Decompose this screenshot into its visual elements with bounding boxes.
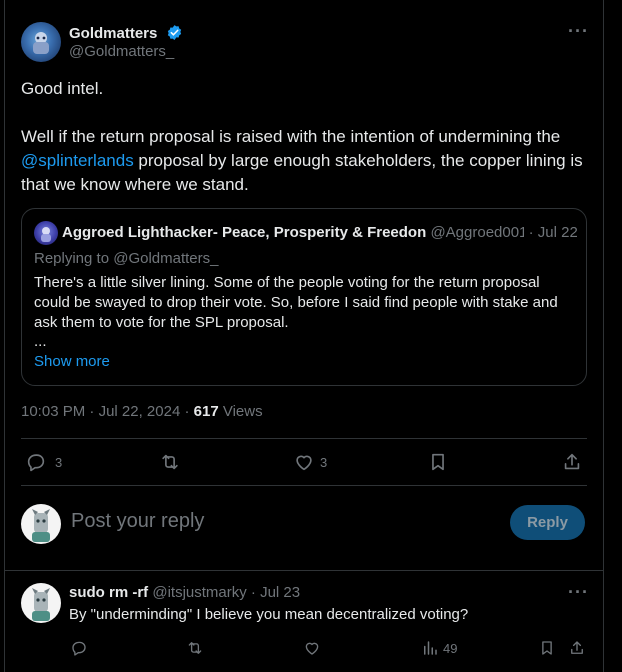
divider-top-actions — [21, 438, 587, 439]
author-name-row: Goldmatters — [69, 24, 183, 45]
user-figure-icon — [32, 509, 50, 542]
reply-repost-icon — [188, 642, 202, 654]
views-chart-icon — [424, 641, 437, 655]
author-name[interactable]: Goldmatters — [69, 25, 157, 42]
more-options-icon[interactable]: ··· — [568, 22, 589, 40]
quote-date: Jul 22 — [537, 224, 577, 241]
tweet-text-paragraph: Well if the return proposal is raised wi… — [21, 125, 591, 197]
reply-author-avatar[interactable] — [21, 583, 61, 623]
meta-separator-2: · — [184, 403, 190, 420]
heart-icon — [296, 455, 312, 471]
tweet-text: Good intel. Well if the return proposal … — [21, 77, 591, 197]
verified-badge-icon — [166, 24, 183, 45]
reply-separator: · — [250, 584, 256, 601]
like-count: 3 — [320, 454, 328, 470]
reply-share-action[interactable] — [568, 639, 586, 657]
mention-link[interactable]: @splinterlands — [21, 151, 134, 170]
quote-replying-to: Replying to @Goldmatters_ — [34, 250, 219, 267]
reply-like-action[interactable] — [303, 639, 321, 657]
reply-header: sudo rm -rf @itsjustmarky · Jul 23 — [69, 584, 300, 601]
avatar-figure-icon — [33, 32, 49, 54]
reply-count: 3 — [55, 454, 63, 470]
bookmark-icon — [432, 453, 444, 471]
quote-author-avatar — [34, 221, 58, 245]
bookmark-action[interactable] — [427, 451, 449, 473]
share-icon — [564, 453, 580, 470]
quote-author-handle: @Aggroed001 — [430, 224, 525, 241]
views-count: 617 — [193, 403, 219, 420]
divider-reply-section — [5, 570, 603, 571]
tweet-date[interactable]: Jul 22, 2024 — [99, 403, 181, 420]
reply-author-figure-icon — [32, 588, 50, 621]
author-handle[interactable]: @Goldmatters_ — [69, 43, 174, 60]
reply-reply-icon — [72, 641, 86, 656]
quote-header: Aggroed Lighthacker- Peace, Prosperity &… — [62, 224, 577, 241]
current-user-avatar[interactable] — [21, 504, 61, 544]
views-label: Views — [222, 403, 263, 420]
reply-date[interactable]: Jul 23 — [260, 584, 300, 601]
reply-reply-action[interactable] — [70, 639, 88, 657]
quote-ellipsis: ... — [34, 333, 47, 350]
show-more-link[interactable]: Show more — [34, 353, 110, 370]
quote-author-name: Aggroed Lighthacker- Peace, Prosperity &… — [62, 224, 427, 241]
divider-bottom-actions — [21, 485, 587, 486]
repost-action[interactable] — [159, 451, 181, 473]
reply-bookmark-icon — [542, 641, 552, 655]
like-action[interactable]: 3 — [293, 451, 327, 473]
reply-text: By "underminding" I believe you mean dec… — [69, 606, 469, 623]
repost-icon — [162, 454, 178, 470]
quote-avatar-figure-icon — [41, 227, 51, 242]
reply-author-handle[interactable]: @itsjustmarky — [152, 584, 246, 601]
reply-action[interactable]: 3 — [25, 451, 62, 473]
meta-separator-1: · — [89, 403, 95, 420]
reply-bookmark-action[interactable] — [538, 639, 556, 657]
tweet-time[interactable]: 10:03 PM — [21, 403, 85, 420]
share-action[interactable] — [561, 451, 583, 473]
reply-share-icon — [571, 641, 583, 654]
tweet-text-line1: Good intel. — [21, 79, 104, 98]
quote-separator: · — [528, 224, 534, 241]
reply-repost-action[interactable] — [186, 639, 204, 657]
reply-input[interactable]: Post your reply — [71, 510, 491, 533]
tweet-meta: 10:03 PM · Jul 22, 2024 · 617 Views — [21, 403, 263, 420]
reply-views-count: 49 — [443, 640, 458, 656]
tweet-text-part-a: Well if the return proposal is raised wi… — [21, 127, 561, 146]
reply-icon — [27, 454, 45, 472]
reply-author-name[interactable]: sudo rm -rf — [69, 584, 148, 601]
author-avatar[interactable] — [21, 22, 61, 62]
reply-button[interactable]: Reply — [510, 505, 585, 540]
reply-more-options-icon[interactable]: ··· — [568, 583, 589, 601]
quote-text: There's a little silver lining. Some of … — [34, 274, 558, 331]
reply-heart-icon — [305, 642, 319, 655]
reply-views-action[interactable]: 49 — [421, 639, 457, 657]
